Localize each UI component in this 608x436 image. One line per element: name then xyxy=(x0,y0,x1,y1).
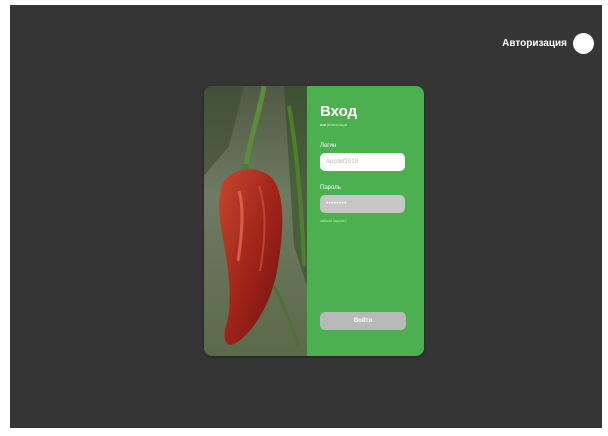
chili-pepper-photo xyxy=(204,86,307,356)
password-input[interactable]: •••••••• xyxy=(320,195,405,213)
chili-pepper-image xyxy=(204,86,307,356)
app-screen: Авторизация Вход или регистрация Логин A… xyxy=(10,5,602,428)
register-line: или регистрация xyxy=(320,123,347,127)
password-value: •••••••• xyxy=(326,201,347,207)
login-card: Вход или регистрация Логин Apcdef2019 Па… xyxy=(204,86,424,356)
auth-header[interactable]: Авторизация xyxy=(502,29,594,57)
password-label: Пароль xyxy=(320,185,341,191)
login-input[interactable]: Apcdef2019 xyxy=(320,153,405,171)
submit-button[interactable]: Войти xyxy=(320,312,406,330)
register-prefix: или xyxy=(320,123,326,127)
register-link[interactable]: регистрация xyxy=(327,123,347,127)
avatar[interactable] xyxy=(573,32,594,54)
forgot-password-link[interactable]: забыли пароль? xyxy=(320,219,347,223)
login-value: Apcdef2019 xyxy=(326,159,359,165)
login-label: Логин xyxy=(320,143,337,149)
auth-label[interactable]: Авторизация xyxy=(502,38,567,49)
form-title: Вход xyxy=(320,103,358,120)
login-form: Вход или регистрация Логин Apcdef2019 Па… xyxy=(307,86,424,356)
